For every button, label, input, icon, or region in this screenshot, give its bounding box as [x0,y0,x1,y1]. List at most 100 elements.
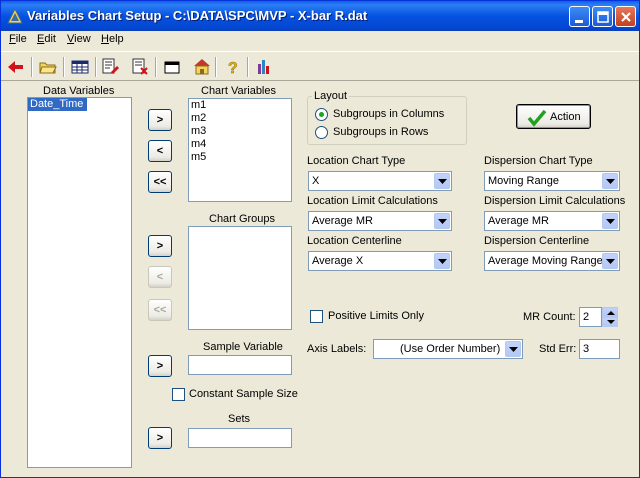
axis-labels-label: Axis Labels: [307,343,367,355]
svg-text:?: ? [228,60,238,76]
add-chart-group-button[interactable]: > [148,235,172,257]
spin-up-icon[interactable] [602,307,618,317]
chevron-down-icon[interactable] [505,341,521,357]
location-chart-type-label: Location Chart Type [307,155,406,167]
chart-groups-list[interactable] [188,226,292,330]
axis-labels-value: (Use Order Number) [400,343,501,355]
menu-view[interactable]: View [67,33,91,45]
window-button[interactable] [161,56,183,78]
list-item[interactable]: m1 [189,99,291,112]
location-limit-select[interactable]: Average MR [308,211,452,231]
chart-bars-button[interactable] [253,56,275,78]
subgroups-in-columns-radio[interactable] [315,108,328,121]
location-centerline-select[interactable]: Average X [308,251,452,271]
title-bar[interactable]: Variables Chart Setup - C:\DATA\SPC\MVP … [1,1,639,31]
remove-all-chart-variables-button[interactable]: << [148,171,172,193]
maximize-button[interactable] [592,6,613,27]
home-button[interactable] [191,56,213,78]
chevron-down-icon[interactable] [602,253,618,269]
mr-count-label: MR Count: [523,311,576,323]
menu-bar: File Edit View Help [1,31,639,49]
remove-chart-group-button[interactable]: < [148,266,172,288]
close-button[interactable] [615,6,636,27]
back-arrow-button[interactable] [5,56,27,78]
table-icon [71,60,89,74]
toolbar-separator [31,57,33,77]
dispersion-centerline-value: Average Moving Range [488,255,603,267]
subgroups-in-rows-label: Subgroups in Rows [333,126,429,138]
table-button[interactable] [69,56,91,78]
data-variables-label: Data Variables [43,85,115,97]
list-item[interactable]: Date_Time [28,98,88,111]
toolbar-separator [63,57,65,77]
action-button-label: Action [550,111,581,123]
toolbar-separator [215,57,217,77]
location-chart-type-value: X [312,175,320,187]
add-sample-variable-button[interactable]: > [148,355,172,377]
list-item[interactable]: m3 [189,125,291,138]
location-centerline-label: Location Centerline [307,235,402,247]
subgroups-in-rows-radio[interactable] [315,126,328,139]
chevron-down-icon[interactable] [434,253,450,269]
spin-down-icon[interactable] [602,317,618,327]
minimize-icon [575,20,583,23]
dispersion-centerline-select[interactable]: Average Moving Range [484,251,620,271]
location-limit-label: Location Limit Calculations [307,195,438,207]
toolbar: ? [1,51,639,81]
app-window: Variables Chart Setup - C:\DATA\SPC\MVP … [0,0,640,478]
back-arrow-icon [8,61,23,73]
list-item[interactable]: m4 [189,138,291,151]
axis-labels-select[interactable]: (Use Order Number) [373,339,523,359]
chevron-down-icon[interactable] [602,213,618,229]
toolbar-separator [95,57,97,77]
close-icon [621,12,631,22]
std-err-label: Std Err: [539,343,577,355]
remove-all-chart-groups-button[interactable]: << [148,299,172,321]
layout-label: Layout [312,90,350,102]
dispersion-limit-label: Dispersion Limit Calculations [484,195,626,207]
delete-button[interactable] [129,56,151,78]
menu-edit[interactable]: Edit [37,33,56,45]
sample-variable-field[interactable] [188,355,292,375]
home-icon [194,59,210,75]
minimize-button[interactable] [569,6,590,27]
std-err-field[interactable]: 3 [579,339,620,359]
chevron-down-icon[interactable] [434,173,450,189]
menu-file[interactable]: File [9,33,27,45]
dispersion-limit-value: Average MR [488,215,549,227]
remove-chart-variable-button[interactable]: < [148,140,172,162]
subgroups-in-columns-label: Subgroups in Columns [333,108,445,120]
dispersion-chart-type-value: Moving Range [488,175,559,187]
dispersion-chart-type-select[interactable]: Moving Range [484,171,620,191]
app-icon [7,8,23,24]
positive-limits-checkbox[interactable] [310,310,323,323]
mr-count-spinner[interactable] [602,307,618,327]
chevron-down-icon[interactable] [602,173,618,189]
mr-count-field[interactable]: 2 [579,307,602,327]
help-icon: ? [228,60,238,76]
list-item[interactable]: m5 [189,151,291,164]
chart-groups-label: Chart Groups [209,213,276,225]
data-variables-list[interactable]: Date_Time [27,97,132,468]
edit-data-icon [102,58,119,74]
open-folder-icon [39,62,57,74]
menu-help[interactable]: Help [101,33,124,45]
location-chart-type-select[interactable]: X [308,171,452,191]
dispersion-limit-select[interactable]: Average MR [484,211,620,231]
list-item[interactable]: m2 [189,112,291,125]
chart-bars-icon [258,60,269,74]
mr-count-value: 2 [583,311,590,323]
chart-variables-list[interactable]: m1 m2 m3 m4 m5 [188,98,292,202]
sets-field[interactable] [188,428,292,448]
add-chart-variable-button[interactable]: > [148,109,172,131]
constant-sample-size-checkbox[interactable] [172,388,185,401]
add-sets-button[interactable]: > [148,427,172,449]
help-button[interactable]: ? [221,56,243,78]
chevron-down-icon[interactable] [434,213,450,229]
toolbar-separator [247,57,249,77]
open-folder-button[interactable] [37,56,59,78]
window-title: Variables Chart Setup - C:\DATA\SPC\MVP … [27,8,368,23]
sets-label: Sets [228,413,251,425]
action-button[interactable]: Action [516,104,591,129]
edit-data-button[interactable] [99,56,121,78]
